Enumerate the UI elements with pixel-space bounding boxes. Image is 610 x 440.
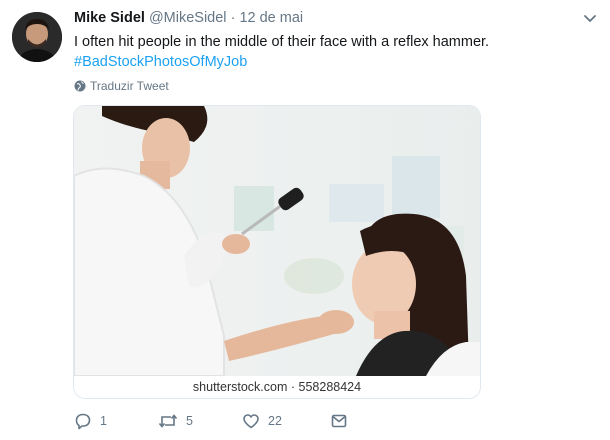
retweet-button[interactable]: 5 [158, 412, 193, 430]
tweet-text: I often hit people in the middle of thei… [74, 34, 490, 50]
tweet-header: Mike Sidel @MikeSidel · 12 de mai [74, 9, 303, 27]
retweet-count: 5 [186, 414, 193, 428]
direct-message-button[interactable] [330, 412, 356, 430]
chevron-down-icon[interactable] [580, 10, 600, 28]
author-handle[interactable]: @MikeSidel [149, 10, 227, 26]
reply-button[interactable]: 1 [74, 412, 107, 430]
media-card[interactable]: shutterstock.com · 558288424 [73, 105, 481, 399]
stock-photo [74, 106, 480, 376]
globe-icon [74, 80, 86, 92]
tweet-date[interactable]: 12 de mai [239, 10, 303, 26]
tweet-actions: 1 5 22 [74, 412, 374, 432]
tweet: Mike Sidel @MikeSidel · 12 de mai I ofte… [0, 0, 610, 440]
like-button[interactable]: 22 [242, 412, 282, 430]
like-count: 22 [268, 414, 282, 428]
avatar-image [12, 12, 62, 62]
translate-label: Traduzir Tweet [90, 79, 169, 93]
reply-count: 1 [100, 414, 107, 428]
envelope-icon [331, 414, 347, 428]
reply-icon [75, 413, 91, 430]
hashtag-link[interactable]: #BadStockPhotosOfMyJob [74, 52, 247, 72]
media-caption: shutterstock.com · 558288424 [74, 376, 480, 398]
author-name[interactable]: Mike Sidel [74, 10, 145, 26]
heart-icon [243, 414, 259, 429]
avatar[interactable] [12, 12, 62, 62]
retweet-icon [158, 414, 178, 428]
header-separator: · [230, 10, 236, 26]
translate-tweet-link[interactable]: Traduzir Tweet [74, 78, 169, 94]
